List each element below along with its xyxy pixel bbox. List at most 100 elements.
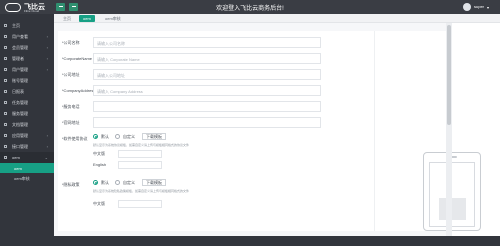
company-address-en-input[interactable]: 请输入 Company Address bbox=[93, 85, 321, 96]
sidebar-item-label: 接口管理 bbox=[12, 144, 28, 149]
website-input[interactable] bbox=[93, 117, 321, 128]
sidebar-item-admin[interactable]: 管理者 › bbox=[0, 53, 54, 64]
sidebar-item-members[interactable]: 会员管理 › bbox=[0, 42, 54, 53]
company-address-en-row: *CompanyAddress 请输入 Company Address bbox=[62, 85, 374, 96]
service-agreement-label: *软件使用协议 bbox=[62, 136, 88, 141]
avatar bbox=[463, 3, 471, 11]
sidebar-item-label: 日报表 bbox=[12, 89, 24, 94]
agreement-default-label: 默认 bbox=[101, 134, 109, 139]
company-name-label: *公司名称 bbox=[62, 40, 80, 45]
company-name-row: *公司名称 请输入公司名称 bbox=[62, 37, 374, 48]
sidebar-item-apps[interactable]: 应用管理 › bbox=[0, 130, 54, 141]
oem-form: *公司名称 请输入公司名称 *CorporateName 请输入 Corpora… bbox=[58, 31, 374, 231]
website-label: *官网地址 bbox=[62, 120, 80, 125]
home-icon bbox=[4, 24, 7, 27]
agreement-custom-radio[interactable] bbox=[115, 134, 120, 139]
company-address-input[interactable]: 请输入公司地址 bbox=[93, 69, 321, 80]
corporate-name-input[interactable]: 请输入 Corporate Name bbox=[93, 53, 321, 64]
sidebar-item-docs[interactable]: 文档管理 bbox=[0, 119, 54, 130]
privacy-download-template-button[interactable]: 下载模板 bbox=[142, 179, 166, 186]
company-address-row: *公司地址 请输入公司地址 bbox=[62, 69, 374, 80]
welcome-text: 欢迎登入飞比云商务后台! bbox=[216, 6, 284, 12]
privacy-default-label: 默认 bbox=[101, 180, 109, 185]
tab-home[interactable]: 主页 bbox=[59, 15, 75, 22]
service-phone-row: *服务电话 bbox=[62, 101, 374, 112]
sidebar-item-label: oem bbox=[12, 155, 20, 160]
chevron-right-icon: › bbox=[46, 34, 48, 39]
sidebar-subitem-oem[interactable]: oem bbox=[0, 163, 54, 173]
service-phone-input[interactable] bbox=[93, 101, 321, 112]
agreement-download-template-button[interactable]: 下载模板 bbox=[142, 133, 166, 140]
phone-preview bbox=[423, 152, 481, 231]
account-icon bbox=[4, 79, 7, 82]
user-icon bbox=[4, 35, 7, 38]
agreement-en-file-input[interactable] bbox=[118, 161, 162, 169]
website-row: *官网地址 bbox=[62, 117, 374, 128]
agreement-zh-label: 中文版 bbox=[93, 151, 105, 156]
sidebar-item-label: 用户管理 bbox=[12, 67, 28, 72]
bottom-bar bbox=[54, 236, 500, 246]
sidebar-item-user-view[interactable]: 用户查看 › bbox=[0, 31, 54, 42]
oem-icon bbox=[4, 156, 7, 159]
sidebar-item-label: 用户查看 bbox=[12, 34, 28, 39]
sidebar-item-label: 账号管理 bbox=[12, 78, 28, 83]
sidebar-item-home[interactable]: 主页 bbox=[0, 20, 54, 31]
phone-screen bbox=[429, 162, 475, 227]
phone-preview-image bbox=[439, 198, 466, 220]
sidebar-item-label: 服务管理 bbox=[12, 111, 28, 116]
user-menu[interactable]: super ▾ bbox=[463, 3, 493, 11]
top-header: 飞比云 Fibie Cloud 欢迎登入飞比云商务后台! super ▾ bbox=[0, 0, 500, 14]
company-address-en-placeholder: 请输入 Company Address bbox=[97, 89, 143, 94]
agreement-note: 默认显示为系统协议模板，如需自定义请上传与模板相同格式的协议文件 bbox=[93, 143, 190, 147]
sidebar-item-label: 会员管理 bbox=[12, 45, 28, 50]
vertical-scrollbar[interactable] bbox=[446, 23, 452, 236]
agreement-custom-label: 自定义 bbox=[123, 134, 135, 139]
chevron-right-icon: › bbox=[46, 133, 48, 138]
scrollbar-thumb[interactable] bbox=[447, 25, 451, 125]
chevron-right-icon: › bbox=[46, 45, 48, 50]
corporate-name-placeholder: 请输入 Corporate Name bbox=[97, 57, 140, 62]
sidebar-item-services[interactable]: 服务管理 bbox=[0, 108, 54, 119]
service-phone-label: *服务电话 bbox=[62, 104, 80, 109]
admin-icon bbox=[4, 57, 7, 60]
privacy-note: 默认显示为系统隐私政策模板，如需自定义请上传与模板相同格式的文件 bbox=[93, 189, 190, 193]
privacy-policy-row: *隐私政策 默认 自定义 下载模板 默认显示为系统隐私政策模板，如需自定义请上传… bbox=[62, 179, 374, 219]
sidebar-item-api[interactable]: 接口管理 › bbox=[0, 141, 54, 152]
privacy-policy-label: *隐私政策 bbox=[62, 182, 80, 187]
corporate-name-row: *CorporateName 请输入 Corporate Name bbox=[62, 53, 374, 64]
tab-bar: 主页 oem oem审核 bbox=[54, 14, 500, 23]
sidebar-item-tasks[interactable]: 任务管理 bbox=[0, 97, 54, 108]
sidebar-item-oem[interactable]: oem ⌄ bbox=[0, 152, 54, 163]
tab-oem[interactable]: oem bbox=[79, 15, 95, 22]
agreement-default-radio[interactable] bbox=[93, 134, 98, 139]
agreement-en-label: English bbox=[93, 162, 107, 167]
service-agreement-row: *软件使用协议 默认 自定义 下载模板 默认显示为系统协议模板，如需自定义请上传… bbox=[62, 133, 374, 173]
sidebar-item-accounts[interactable]: 账号管理 bbox=[0, 75, 54, 86]
company-address-placeholder: 请输入公司地址 bbox=[97, 73, 125, 78]
member-icon bbox=[4, 46, 7, 49]
api-icon bbox=[4, 145, 7, 148]
company-name-input[interactable]: 请输入公司名称 bbox=[93, 37, 321, 48]
sidebar-item-label: 任务管理 bbox=[12, 100, 28, 105]
service-icon bbox=[4, 112, 7, 115]
privacy-custom-label: 自定义 bbox=[123, 180, 135, 185]
doc-icon bbox=[4, 123, 7, 126]
sidebar-item-daily-report[interactable]: 日报表 bbox=[0, 86, 54, 97]
chevron-down-icon: ⌄ bbox=[44, 155, 48, 160]
tab-oem-review[interactable]: oem审核 bbox=[101, 15, 125, 22]
privacy-default-radio[interactable] bbox=[93, 180, 98, 185]
privacy-zh-file-input[interactable] bbox=[118, 200, 162, 208]
sidebar-item-label: 文档管理 bbox=[12, 122, 28, 127]
chevron-right-icon: › bbox=[46, 67, 48, 72]
user-name: super bbox=[474, 4, 485, 9]
company-address-en-label: *CompanyAddress bbox=[62, 88, 96, 93]
users-icon bbox=[4, 68, 7, 71]
privacy-custom-radio[interactable] bbox=[115, 180, 120, 185]
sidebar-subitem-oem-review[interactable]: oem审核 bbox=[0, 173, 54, 183]
agreement-zh-file-input[interactable] bbox=[118, 150, 162, 158]
sidebar: 主页 用户查看 › 会员管理 › 管理者 › 用户管理 › 账号管理 日报表 任务管理 … bbox=[0, 14, 54, 246]
task-icon bbox=[4, 101, 7, 104]
sidebar-subitem-label: oem审核 bbox=[14, 176, 30, 181]
sidebar-item-label: 应用管理 bbox=[12, 133, 28, 138]
sidebar-item-users[interactable]: 用户管理 › bbox=[0, 64, 54, 75]
